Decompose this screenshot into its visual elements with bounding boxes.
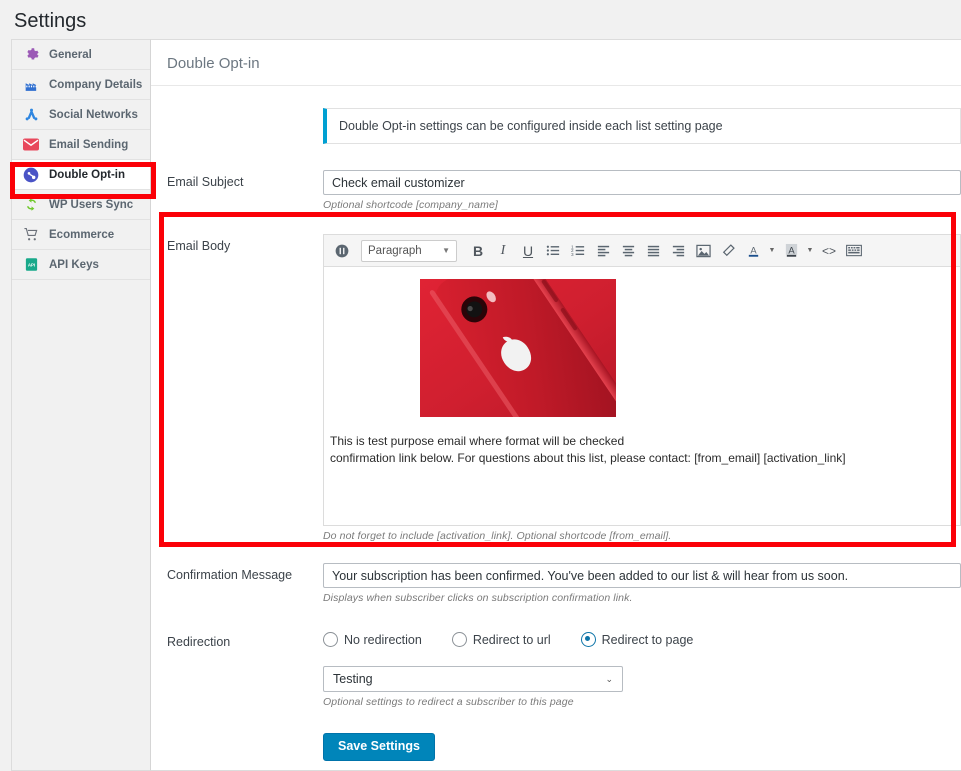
save-row: Save Settings — [151, 708, 961, 761]
double-optin-icon — [22, 166, 40, 184]
email-body-hint: Do not forget to include [activation_lin… — [323, 530, 672, 542]
clear-formatting-icon[interactable] — [716, 239, 740, 263]
chevron-down-icon: ▼ — [442, 246, 450, 255]
radio-label: No redirection — [344, 632, 422, 647]
sidebar-item-label: Social Networks — [49, 108, 138, 121]
sidebar-item-label: WP Users Sync — [49, 198, 134, 211]
text-color-dropdown-icon[interactable]: ▼ — [766, 239, 778, 263]
redirect-page-value: Testing — [333, 672, 373, 686]
sidebar-item-label: Ecommerce — [49, 228, 115, 241]
radio-indicator-icon — [580, 632, 596, 647]
sidebar-item-email-sending[interactable]: Email Sending — [12, 130, 150, 160]
toggle-toolbar-icon[interactable] — [330, 239, 354, 263]
settings-content: Double Opt-in Double Opt-in settings can… — [151, 39, 961, 771]
align-justify-icon[interactable] — [641, 239, 665, 263]
align-center-icon[interactable] — [616, 239, 640, 263]
sidebar-item-company-details[interactable]: Company Details — [12, 70, 150, 100]
sidebar-item-label: General — [49, 48, 92, 61]
sidebar-item-general[interactable]: General — [12, 40, 150, 70]
email-body-row: Email Body Paragraph ▼ B I U 1 2 3 A ▼ A… — [151, 211, 961, 542]
radio-redirect-to-url[interactable]: Redirect to url — [451, 632, 551, 647]
align-left-icon[interactable] — [591, 239, 615, 263]
sidebar-item-double-opt-in[interactable]: Double Opt-in — [12, 160, 150, 190]
sidebar-item-ecommerce[interactable]: Ecommerce — [12, 220, 150, 250]
chevron-down-icon: ⌄ — [605, 673, 613, 684]
sidebar-item-api-keys[interactable]: API API Keys — [12, 250, 150, 280]
email-subject-row: Email Subject Optional shortcode [compan… — [151, 144, 961, 211]
sidebar-item-label: Double Opt-in — [49, 168, 126, 181]
radio-indicator-icon — [451, 632, 467, 647]
save-settings-button[interactable]: Save Settings — [323, 733, 435, 761]
insert-image-icon[interactable] — [691, 239, 715, 263]
text-color-icon[interactable]: A — [741, 239, 765, 263]
background-color-icon[interactable]: A — [779, 239, 803, 263]
page-title: Settings — [14, 10, 87, 32]
share-network-icon — [22, 106, 40, 124]
email-body-editor: Paragraph ▼ B I U 1 2 3 A ▼ A ▼ <> This … — [323, 234, 961, 526]
email-subject-label: Email Subject — [167, 175, 244, 189]
radio-no-redirection[interactable]: No redirection — [323, 632, 422, 647]
settings-sidebar: General Company Details Social Networks … — [11, 39, 151, 771]
svg-text:A: A — [750, 245, 757, 255]
confirmation-message-hint: Displays when subscriber clicks on subsc… — [323, 592, 633, 604]
sidebar-item-label: API Keys — [49, 258, 99, 271]
underline-icon[interactable]: U — [516, 239, 540, 263]
keyboard-shortcuts-icon[interactable] — [842, 239, 866, 263]
notice-row: Double Opt-in settings can be configured… — [151, 86, 961, 144]
building-icon — [22, 76, 40, 94]
confirmation-message-label: Confirmation Message — [167, 568, 293, 582]
radio-indicator-icon — [323, 632, 338, 647]
email-body-line-1: This is test purpose email where format … — [330, 434, 625, 448]
red-iphone-product-photo — [420, 279, 616, 417]
section-title: Double Opt-in — [151, 40, 961, 86]
bulleted-list-icon[interactable] — [541, 239, 565, 263]
save-spacer — [167, 733, 323, 738]
settings-shell: General Company Details Social Networks … — [11, 39, 961, 771]
sidebar-item-label: Company Details — [49, 78, 143, 91]
gear-icon — [22, 46, 40, 64]
paragraph-style-select[interactable]: Paragraph ▼ — [361, 239, 457, 262]
envelope-icon — [22, 136, 40, 154]
source-code-icon[interactable]: <> — [817, 239, 841, 263]
numbered-list-icon[interactable]: 123 — [566, 239, 590, 263]
redirection-radio-group: No redirection Redirect to url Redirect … — [323, 629, 961, 647]
redirection-label: Redirection — [167, 635, 231, 649]
redirection-hint: Optional settings to redirect a subscrib… — [323, 696, 574, 708]
svg-text:API: API — [27, 262, 34, 267]
radio-redirect-to-page[interactable]: Redirect to page — [580, 632, 694, 647]
email-body-paragraph: This is test purpose email where format … — [330, 433, 960, 467]
sidebar-item-social-networks[interactable]: Social Networks — [12, 100, 150, 130]
svg-text:3: 3 — [571, 252, 574, 257]
confirmation-message-input[interactable] — [323, 563, 961, 588]
email-subject-input[interactable] — [323, 170, 961, 195]
background-color-dropdown-icon[interactable]: ▼ — [804, 239, 816, 263]
italic-icon[interactable]: I — [491, 239, 515, 263]
email-body-line-2: confirmation link below. For questions a… — [330, 451, 846, 465]
page-header: Settings — [0, 0, 961, 40]
email-body-content[interactable]: This is test purpose email where format … — [324, 267, 960, 525]
redirection-row: Redirection No redirection Redirect to u… — [151, 604, 961, 708]
editor-toolbar: Paragraph ▼ B I U 1 2 3 A ▼ A ▼ <> — [324, 235, 960, 267]
notice-spacer — [167, 108, 323, 113]
sidebar-item-label: Email Sending — [49, 138, 129, 151]
info-notice: Double Opt-in settings can be configured… — [323, 108, 961, 144]
radio-label: Redirect to page — [601, 632, 694, 647]
bold-icon[interactable]: B — [466, 239, 490, 263]
shopping-cart-icon — [22, 226, 40, 244]
align-right-icon[interactable] — [666, 239, 690, 263]
email-body-label: Email Body — [167, 239, 231, 253]
email-subject-hint: Optional shortcode [company_name] — [323, 199, 498, 211]
confirmation-message-row: Confirmation Message Displays when subsc… — [151, 542, 961, 604]
svg-text:A: A — [788, 245, 795, 255]
sync-refresh-icon — [22, 196, 40, 214]
sidebar-item-wp-users-sync[interactable]: WP Users Sync — [12, 190, 150, 220]
radio-label: Redirect to url — [472, 632, 551, 647]
paragraph-style-value: Paragraph — [368, 244, 422, 257]
api-key-icon: API — [22, 256, 40, 274]
redirect-page-select[interactable]: Testing ⌄ — [323, 666, 623, 692]
